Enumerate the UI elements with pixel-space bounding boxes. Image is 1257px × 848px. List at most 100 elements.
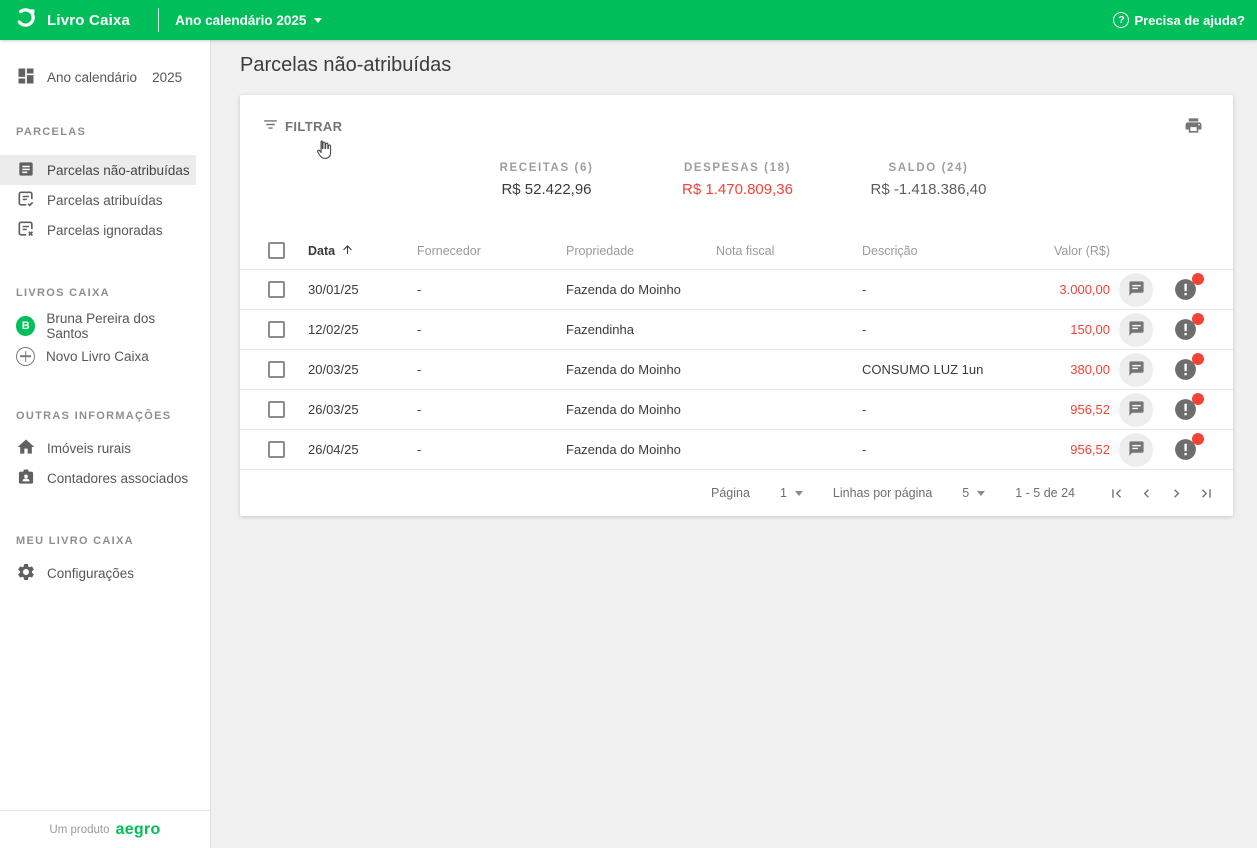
chat-button[interactable] bbox=[1119, 433, 1153, 467]
table-row[interactable]: 30/01/25 - Fazenda do Moinho - 3.000,00 bbox=[240, 269, 1233, 309]
chat-icon bbox=[1128, 280, 1145, 300]
alert-badge bbox=[1192, 353, 1204, 365]
alert-icon bbox=[1173, 330, 1198, 345]
cell-valor: 956,52 bbox=[1038, 402, 1110, 417]
cell-fornecedor: - bbox=[417, 322, 566, 337]
stat-label: DESPESAS (18) bbox=[642, 162, 833, 174]
section-label-parcelas: PARCELAS bbox=[0, 126, 210, 138]
aegro-logo-icon bbox=[14, 6, 37, 34]
first-page-button[interactable] bbox=[1106, 483, 1127, 504]
summary-stats: RECEITAS (6) R$ 52.422,96 DESPESAS (18) … bbox=[451, 162, 1025, 198]
table-header: Data Fornecedor Propriedade Nota fiscal … bbox=[240, 232, 1233, 269]
footer-prefix: Um produto bbox=[49, 824, 109, 836]
cell-fornecedor: - bbox=[417, 282, 566, 297]
prev-page-icon bbox=[1138, 485, 1155, 502]
topbar-divider bbox=[158, 8, 159, 32]
row-checkbox[interactable] bbox=[268, 281, 285, 298]
cell-valor: 380,00 bbox=[1038, 362, 1110, 377]
help-label: Precisa de ajuda? bbox=[1134, 13, 1245, 28]
last-page-button[interactable] bbox=[1196, 483, 1217, 504]
chat-icon bbox=[1128, 360, 1145, 380]
sidebar-item-label: Novo Livro Caixa bbox=[46, 349, 149, 364]
filter-button[interactable]: FILTRAR bbox=[262, 116, 342, 136]
help-link[interactable]: ? Precisa de ajuda? bbox=[1113, 12, 1257, 28]
alert-button[interactable] bbox=[1173, 437, 1199, 463]
alert-badge bbox=[1192, 433, 1204, 445]
first-page-icon bbox=[1108, 485, 1125, 502]
sidebar-item-livro-caixa-bruna[interactable]: B Bruna Pereira dos Santos bbox=[0, 311, 196, 341]
sidebar-footer: Um produto aegro bbox=[0, 810, 210, 848]
column-header-propriedade[interactable]: Propriedade bbox=[566, 244, 707, 258]
alert-button[interactable] bbox=[1173, 277, 1199, 303]
sidebar-item-novo-livro-caixa[interactable]: Novo Livro Caixa bbox=[0, 341, 196, 371]
sidebar-item-calendar-year[interactable]: Ano calendário 2025 bbox=[0, 62, 196, 92]
chat-icon bbox=[1128, 440, 1145, 460]
prev-page-button[interactable] bbox=[1136, 483, 1157, 504]
column-header-nota-fiscal[interactable]: Nota fiscal bbox=[707, 244, 862, 258]
chat-button[interactable] bbox=[1119, 353, 1153, 387]
alert-badge bbox=[1192, 273, 1204, 285]
filter-icon bbox=[262, 116, 279, 136]
select-all-checkbox[interactable] bbox=[268, 242, 285, 259]
table-row[interactable]: 12/02/25 - Fazendinha - 150,00 bbox=[240, 309, 1233, 349]
caret-down-icon bbox=[314, 18, 322, 23]
sidebar-item-parcelas-ignoradas[interactable]: Parcelas ignoradas bbox=[0, 215, 196, 245]
stat-receitas: RECEITAS (6) R$ 52.422,96 bbox=[451, 162, 642, 198]
cell-descricao: - bbox=[862, 402, 1038, 417]
sort-up-icon bbox=[341, 243, 354, 259]
chat-icon bbox=[1128, 320, 1145, 340]
alert-button[interactable] bbox=[1173, 357, 1199, 383]
alert-button[interactable] bbox=[1173, 317, 1199, 343]
cell-fornecedor: - bbox=[417, 442, 566, 457]
rows-per-page-label: Linhas por página bbox=[833, 486, 932, 500]
chat-button[interactable] bbox=[1119, 393, 1153, 427]
rows-per-page-select[interactable]: 5 bbox=[962, 486, 985, 500]
sidebar-item-label: Bruna Pereira dos Santos bbox=[46, 311, 196, 341]
chat-button[interactable] bbox=[1119, 313, 1153, 347]
sidebar-item-contadores-associados[interactable]: Contadores associados bbox=[0, 463, 196, 493]
alert-icon bbox=[1173, 450, 1198, 465]
home-icon bbox=[16, 437, 36, 460]
row-checkbox[interactable] bbox=[268, 441, 285, 458]
aegro-wordmark: aegro bbox=[116, 821, 161, 839]
caret-down-icon bbox=[977, 491, 985, 496]
column-header-fornecedor[interactable]: Fornecedor bbox=[417, 244, 566, 258]
sidebar-item-imoveis-rurais[interactable]: Imóveis rurais bbox=[0, 433, 196, 463]
pagination-bar: Página 1 Linhas por página 5 1 - 5 de 24 bbox=[240, 469, 1233, 516]
avatar: B bbox=[16, 316, 35, 336]
table-row[interactable]: 26/04/25 - Fazenda do Moinho - 956,52 bbox=[240, 429, 1233, 469]
column-header-data[interactable]: Data bbox=[308, 243, 417, 259]
table-row[interactable]: 26/03/25 - Fazenda do Moinho - 956,52 bbox=[240, 389, 1233, 429]
sidebar-item-parcelas-nao-atribuidas[interactable]: Parcelas não-atribuídas bbox=[0, 155, 196, 185]
page-value: 1 bbox=[780, 486, 787, 500]
row-checkbox[interactable] bbox=[268, 361, 285, 378]
pagination-range: 1 - 5 de 24 bbox=[1015, 486, 1075, 500]
cell-data: 26/03/25 bbox=[308, 402, 417, 417]
next-page-button[interactable] bbox=[1166, 483, 1187, 504]
top-app-bar: Livro Caixa Ano calendário 2025 ? Precis… bbox=[0, 0, 1257, 40]
cell-propriedade: Fazendinha bbox=[566, 322, 707, 337]
alert-icon bbox=[1173, 370, 1198, 385]
page-select[interactable]: 1 bbox=[780, 486, 803, 500]
sidebar: Ano calendário 2025 PARCELAS Parcelas nã… bbox=[0, 40, 211, 848]
cell-propriedade: Fazenda do Moinho bbox=[566, 282, 707, 297]
alert-button[interactable] bbox=[1173, 397, 1199, 423]
parcelas-card: FILTRAR RECEITAS (6) R$ 52.422,96 DESPES… bbox=[240, 95, 1233, 516]
caret-down-icon bbox=[795, 491, 803, 496]
cell-valor: 956,52 bbox=[1038, 442, 1110, 457]
table-row[interactable]: 20/03/25 - Fazenda do Moinho CONSUMO LUZ… bbox=[240, 349, 1233, 389]
print-button[interactable] bbox=[1182, 114, 1205, 140]
sidebar-item-parcelas-atribuidas[interactable]: Parcelas atribuídas bbox=[0, 185, 196, 215]
calendar-year-selector[interactable]: Ano calendário 2025 bbox=[175, 13, 322, 28]
row-checkbox[interactable] bbox=[268, 401, 285, 418]
sidebar-item-configuracoes[interactable]: Configurações bbox=[0, 558, 196, 588]
column-header-valor[interactable]: Valor (R$) bbox=[1038, 244, 1110, 258]
chat-button[interactable] bbox=[1119, 273, 1153, 307]
cell-descricao: - bbox=[862, 282, 1038, 297]
sidebar-item-label: Parcelas atribuídas bbox=[47, 193, 163, 208]
page-title: Parcelas não-atribuídas bbox=[240, 54, 451, 77]
column-header-descricao[interactable]: Descrição bbox=[862, 244, 1038, 258]
row-checkbox[interactable] bbox=[268, 321, 285, 338]
sidebar-item-label: Contadores associados bbox=[47, 471, 188, 486]
alert-icon bbox=[1173, 290, 1198, 305]
